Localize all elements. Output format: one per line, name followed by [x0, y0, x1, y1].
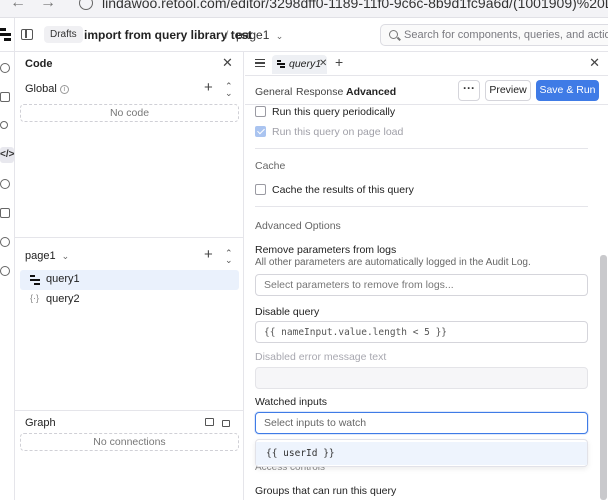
disable-query-input[interactable]: {{ nameInput.value.length < 5 }}	[255, 321, 588, 343]
cache-section-title: Cache	[255, 160, 286, 172]
drafts-badge[interactable]: Drafts	[44, 26, 83, 43]
expand-collapse-icon[interactable]: ⌃ ⌄	[225, 82, 233, 98]
left-icon-rail: </>	[0, 52, 15, 500]
tab-advanced[interactable]: Advanced	[346, 86, 396, 98]
history-icon[interactable]	[0, 237, 10, 247]
run-on-load-label: Run this query on page load	[272, 126, 404, 138]
retool-query-icon	[277, 60, 286, 69]
query-name: query2	[46, 293, 80, 305]
query-tab-bar: query1 ✕ + ✕	[245, 52, 608, 76]
state-icon[interactable]	[0, 208, 10, 218]
expand-collapse-icon[interactable]: ⌃ ⌄	[225, 249, 233, 265]
close-icon[interactable]: ✕	[222, 55, 233, 71]
tab-response[interactable]: Response	[296, 86, 343, 98]
query-name: query1	[46, 273, 80, 285]
remove-params-label: Remove parameters from logs	[255, 244, 397, 256]
close-tab-icon[interactable]: ✕	[319, 58, 327, 69]
graph-section-title: Graph	[25, 417, 56, 429]
advanced-settings: Run this query periodically Run this que…	[245, 106, 600, 500]
divider	[15, 237, 244, 238]
remove-params-help: All other parameters are automatically l…	[255, 257, 531, 268]
query-editor: query1 ✕ + ✕ General Response Advanced ·…	[245, 52, 608, 500]
graph-empty-state: No connections	[20, 433, 239, 451]
back-arrow-icon[interactable]: ←	[10, 0, 26, 12]
menu-icon[interactable]	[255, 59, 265, 67]
dropdown-option[interactable]: {{ userId }}	[256, 442, 587, 465]
search-rail-icon[interactable]	[0, 179, 10, 189]
add-component-icon[interactable]	[0, 63, 10, 73]
toggle-panel-icon[interactable]	[21, 29, 33, 40]
open-graph-icon[interactable]	[205, 418, 214, 426]
tree-icon[interactable]	[0, 92, 10, 102]
chevron-down-icon: ⌄	[61, 251, 70, 261]
site-info-icon[interactable]	[79, 0, 93, 10]
query-list-item[interactable]: {·} query2	[20, 290, 239, 310]
workflow-icon[interactable]	[0, 121, 8, 129]
divider	[15, 410, 244, 411]
editor-tabs: General Response Advanced ··· Preview Sa…	[245, 77, 608, 105]
disabled-error-label: Disabled error message text	[255, 351, 387, 363]
global-section-title: Global i	[25, 83, 69, 95]
watched-inputs-dropdown: {{ userId }}	[255, 439, 588, 467]
search-input[interactable]: Search for components, queries, and acti…	[380, 24, 608, 46]
page-title: page1	[25, 250, 56, 262]
add-global-button[interactable]: +	[204, 79, 213, 96]
divider	[255, 206, 588, 207]
global-empty-state: No code	[20, 104, 239, 122]
page-selector[interactable]: page1 ⌄	[236, 28, 283, 42]
settings-icon[interactable]	[0, 266, 10, 276]
code-icon[interactable]: </>	[0, 147, 14, 163]
disable-query-label: Disable query	[255, 306, 320, 318]
remove-params-select[interactable]: Select parameters to remove from logs...	[255, 274, 588, 296]
preview-button[interactable]: Preview	[485, 80, 531, 101]
lock-icon[interactable]	[222, 420, 230, 427]
disabled-error-input[interactable]	[255, 367, 588, 389]
run-periodically-checkbox[interactable]	[255, 106, 266, 117]
page-selector-label: page1	[236, 28, 270, 42]
page-section-title[interactable]: page1 ⌄	[25, 250, 69, 262]
add-query-button[interactable]: +	[204, 246, 213, 263]
code-panel-title: Code	[25, 58, 53, 70]
code-panel: Code ✕ Global i + ⌃ ⌄ No code page1 ⌄ + ⌃ ⌄…	[15, 52, 244, 500]
more-options-button[interactable]: ···	[458, 80, 480, 101]
tab-general[interactable]: General	[255, 86, 292, 98]
run-periodically-label: Run this query periodically	[272, 106, 396, 118]
info-icon[interactable]: i	[59, 84, 69, 94]
breadcrumb-separator: /	[225, 28, 229, 42]
browser-url-bar: ← → lindawoo.retool.com/editor/3298dff0-…	[0, 0, 608, 18]
advanced-options-title: Advanced Options	[255, 220, 341, 232]
query-list-item[interactable]: query1	[20, 270, 239, 290]
query-tab-label: query1	[289, 58, 322, 70]
search-placeholder: Search for components, queries, and acti…	[404, 29, 608, 41]
url-text[interactable]: lindawoo.retool.com/editor/3298dff0-1189…	[102, 0, 608, 11]
global-title: Global	[25, 83, 57, 95]
chevron-down-icon: ⌄	[275, 31, 284, 41]
js-query-icon: {·}	[30, 293, 40, 303]
save-and-run-button[interactable]: Save & Run	[536, 80, 599, 101]
editor-scrollbar[interactable]	[600, 255, 607, 500]
cache-checkbox[interactable]	[255, 184, 266, 195]
new-tab-icon[interactable]: +	[335, 54, 343, 70]
forward-arrow-icon[interactable]: →	[40, 0, 56, 12]
retool-logo-icon[interactable]	[0, 27, 12, 43]
editor-topbar: Drafts import from query library test / …	[0, 18, 608, 52]
divider	[14, 18, 15, 52]
search-icon	[389, 30, 398, 39]
run-on-load-checkbox[interactable]	[255, 126, 266, 137]
groups-label: Groups that can run this query	[255, 485, 397, 497]
divider	[255, 148, 588, 149]
watched-inputs-label: Watched inputs	[255, 396, 327, 408]
close-editor-icon[interactable]: ✕	[589, 55, 600, 71]
watched-inputs-select[interactable]: Select inputs to watch	[255, 412, 588, 434]
retool-query-icon	[30, 275, 41, 285]
cache-label: Cache the results of this query	[272, 184, 414, 196]
